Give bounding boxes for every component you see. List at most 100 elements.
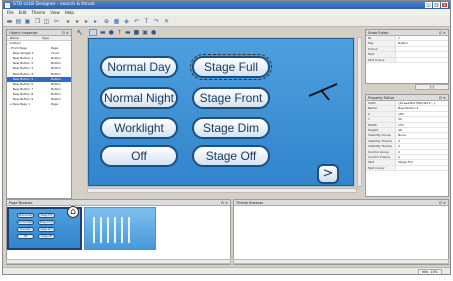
property-value[interactable]: 0 [396,155,448,159]
maximize-button[interactable]: □ [433,2,440,8]
fader-4 [114,217,116,243]
column-type[interactable]: Type [39,36,71,40]
property-value[interactable] [396,47,448,51]
property-key: Colour [366,46,396,52]
property-value[interactable]: {b1aea3b0-f96f-4b13...} [396,101,448,105]
select-tool-icon[interactable] [89,29,97,36]
menu-file[interactable]: File [7,10,14,15]
button-normal-night[interactable]: Normal Night [100,87,178,109]
delete-icon[interactable]: ✕ [163,18,170,25]
property-row[interactable]: Text Colour [366,165,448,172]
align-left-icon[interactable]: ▸ [65,18,72,25]
dot-tool-icon[interactable]: ● [151,29,156,36]
property-key: Y [366,117,396,122]
frame-tool-icon[interactable]: ▣ [142,29,148,36]
property-key: Visibility Group [366,133,396,138]
panel-controls[interactable]: ⊡ ✕ [62,30,69,36]
add-state-button[interactable] [415,84,431,90]
zoom-icon[interactable]: ⊕ [103,18,110,25]
button-normal-day[interactable]: Normal Day [100,56,178,78]
panel-controls[interactable]: ⊡ ✕ [439,95,446,101]
toolbar: ▬ ▤ ▣ ❐ ◫ ✂ ▸ ▸ ▸ ▸ ⊕ ▦ ◈ ↶ T ↷ ✕ [3,16,450,27]
property-value[interactable] [396,166,448,170]
copy-icon[interactable]: ❐ [34,18,41,25]
property-value[interactable]: 0 [396,139,448,143]
property-value[interactable]: None [396,133,448,137]
new-icon[interactable]: ▬ [6,18,13,25]
align-bottom-icon[interactable]: ▸ [92,18,99,25]
theme-browser-scrollbar[interactable] [233,259,449,264]
thumbnail-button: Off [17,234,34,239]
button-worklight[interactable]: Worklight [100,117,178,139]
property-value[interactable]: 155 [396,123,448,127]
property-editor-table: UUID {b1aea3b0-f96f-4b13...} Name New Butto… [366,101,448,172]
property-key: UUID [366,101,396,106]
panel-title: State Editor [368,31,389,35]
fill-tool-icon[interactable]: ■ [134,29,140,36]
property-key: Control Group [366,149,396,154]
arrow-icon[interactable]: ↖ [73,28,87,37]
thumbnail-button: Stage Off [38,234,55,239]
canvas-horizontal-scrollbar[interactable] [87,188,357,193]
button-off[interactable]: Off [100,145,178,167]
button-stage-front[interactable]: Stage Front [192,87,270,109]
rect-tool-icon[interactable]: ▬ [125,29,131,36]
bullet-icon[interactable]: ◈ [123,18,130,25]
panel-controls[interactable]: ⊡ ✕ [439,200,446,206]
cut-icon[interactable]: ✂ [53,18,60,25]
property-value[interactable] [396,52,448,56]
property-value[interactable]: Button [396,41,448,45]
property-key: Width [366,122,396,127]
grid-icon[interactable]: ▦ [113,18,120,25]
canvas-toolbar: ▬ ● ↑ ▬ ■ ▣ ● [89,28,209,37]
button-stage-dim[interactable]: Stage Dim [192,117,270,139]
open-icon[interactable]: ▤ [15,18,22,25]
panel-controls[interactable]: ⊡ ✕ [221,200,228,206]
property-value[interactable]: 0 [396,144,448,148]
property-key: Visibility Theme [366,138,396,144]
tree-row[interactable]: + New Page 1 Page [7,102,71,107]
property-value[interactable]: 46 [396,128,448,132]
page-thumbnail-new-page-1[interactable] [84,207,156,250]
undo-icon[interactable]: ↶ [133,18,140,25]
property-value[interactable]: 30 [396,117,448,121]
canvas-vertical-scrollbar[interactable] [357,37,362,187]
align-right-icon[interactable]: ▸ [74,18,81,25]
line-tool-icon[interactable]: ▬ [100,29,106,36]
property-value[interactable]: Stage Full [396,160,448,164]
property-value[interactable]: New Button 5 [396,106,448,110]
save-icon[interactable]: ▣ [24,18,31,25]
page-browser-scrollbar[interactable] [6,259,231,264]
align-top-icon[interactable]: ▸ [83,18,90,25]
paste-icon[interactable]: ◫ [43,18,50,25]
circle-tool-icon[interactable]: ● [109,29,114,36]
state-row[interactable]: Text Colour [366,57,448,63]
menu-help[interactable]: Help [65,10,74,15]
menu-edit[interactable]: Edit [19,10,27,15]
redo-icon[interactable]: ↷ [153,18,160,25]
property-value[interactable]: 1 [396,36,448,40]
property-editor-panel: Property Editor ⊡ ✕ UUID {b1aea3b0-f96f-4… [365,94,449,197]
minimize-button[interactable]: _ [425,2,432,8]
remove-state-button[interactable] [433,84,449,90]
menu-theme[interactable]: Theme [31,10,45,15]
page-browser-header: Page Browser ⊡ ✕ [7,200,230,206]
property-value[interactable]: 0 [396,150,448,154]
menu-view[interactable]: View [50,10,60,15]
close-button[interactable]: x [441,2,448,8]
button-stage-full[interactable]: Stage Full [190,54,272,80]
property-key: ID [366,36,396,41]
text-icon[interactable]: T [143,18,150,25]
state-editor-header: State Editor ⊡ ✕ [366,30,448,36]
state-editor-table: ID 1 Tag Button Colour Text Text Colour [366,36,448,63]
button-stage-off[interactable]: Stage Off [192,145,270,167]
panel-controls[interactable]: ⊡ ✕ [439,30,446,36]
property-value[interactable]: 185 [396,112,448,116]
panel-title: Object Inspector [9,31,38,35]
state-editor-buttons [415,84,449,90]
arrow-tool-icon[interactable]: ↑ [117,29,122,36]
next-page-button[interactable]: > [317,164,339,184]
mouse-cursor-icon [308,83,338,101]
column-name[interactable]: Name [7,36,39,40]
property-value[interactable] [396,58,448,62]
